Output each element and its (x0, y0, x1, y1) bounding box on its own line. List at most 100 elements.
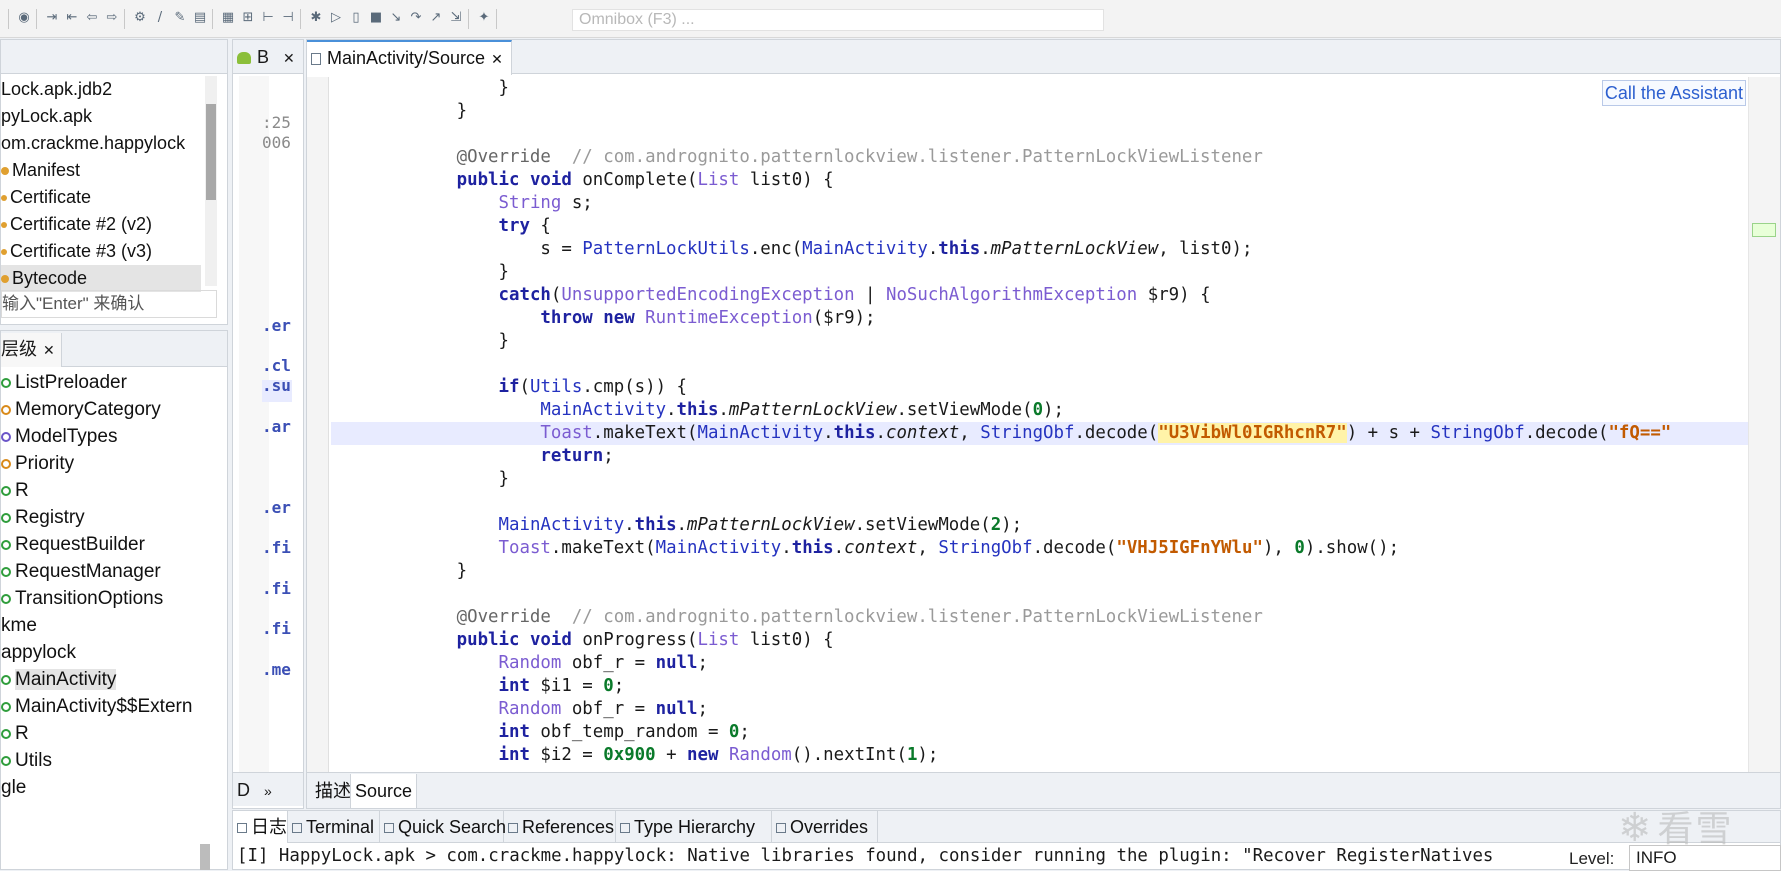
code-line[interactable]: catch(UnsupportedEncodingException | NoS… (331, 284, 1751, 307)
subtab-description[interactable]: 描述 (311, 774, 355, 808)
hierarchy-scrollbar[interactable] (200, 844, 210, 870)
stop-icon[interactable]: ■ (368, 10, 384, 26)
globe-icon[interactable]: ◉ (16, 10, 32, 26)
code-line[interactable]: } (331, 330, 1751, 353)
import-icon[interactable]: ⇥ (44, 10, 60, 26)
edit-icon[interactable]: ✎ (172, 10, 188, 26)
scrollbar-thumb[interactable] (206, 104, 216, 200)
code-line[interactable]: return; (331, 445, 1751, 468)
project-tree-item[interactable]: Certificate #2 (v2) (1, 211, 201, 238)
hierarchy-item[interactable]: Priority (1, 450, 197, 477)
code-line[interactable]: throw new RuntimeException($r9); (331, 307, 1751, 330)
code-line[interactable] (331, 491, 1751, 514)
step-into-icon[interactable]: ↘ (388, 10, 404, 26)
code-line[interactable]: public void onComplete(List list0) { (331, 169, 1751, 192)
step-out-icon[interactable]: ↗ (428, 10, 444, 26)
code-line[interactable]: MainActivity.this.mPatternLockView.setVi… (331, 399, 1751, 422)
tab-references[interactable]: References (504, 811, 616, 843)
document-icon[interactable]: ▤ (192, 10, 208, 26)
tab-description-collapsed[interactable]: D» (233, 772, 303, 806)
hierarchy-item[interactable]: Utils (1, 747, 197, 774)
project-tree-item[interactable]: Lock.apk.jdb2 (1, 76, 201, 103)
code-line[interactable]: public void onProgress(List list0) { (331, 629, 1751, 652)
code-line[interactable]: Random obf_r = null; (331, 698, 1751, 721)
code-line[interactable]: int $i1 = 0; (331, 675, 1751, 698)
code-line[interactable]: @Override // com.andrognito.patternlockv… (331, 146, 1751, 169)
hierarchy-item[interactable]: MainActivity (1, 666, 197, 693)
hierarchy-item[interactable]: ModelTypes (1, 423, 197, 450)
project-tree-item[interactable]: Manifest (1, 157, 201, 184)
hierarchy-item[interactable]: TransitionOptions (1, 585, 197, 612)
code-line[interactable]: Toast.makeText(MainActivity.this.context… (331, 422, 1751, 445)
project-scrollbar[interactable] (205, 76, 217, 286)
code-line[interactable]: int $i2 = 0x900 + new Random().nextInt(1… (331, 744, 1751, 767)
run-to-icon[interactable]: ⇲ (448, 10, 464, 26)
code-line[interactable]: try { (331, 215, 1751, 238)
tab-hierarchy[interactable]: 层级 ✕ (1, 333, 62, 367)
tab-overrides[interactable]: Overrides (772, 811, 878, 843)
refactor-icon[interactable]: ⚙ (132, 10, 148, 26)
code-line[interactable]: } (331, 560, 1751, 583)
project-tree-item[interactable]: pyLock.apk (1, 103, 201, 130)
code-line[interactable]: } (331, 468, 1751, 491)
tree-icon[interactable]: ⊢ (260, 10, 276, 26)
hierarchy-item[interactable]: appylock (1, 639, 197, 666)
omnibox-input[interactable]: Omnibox (F3) ... (572, 9, 1104, 31)
structure-icon[interactable]: ⊞ (240, 10, 256, 26)
hierarchy-item[interactable]: gle (1, 774, 197, 801)
split-icon[interactable]: ⊣ (280, 10, 296, 26)
close-icon[interactable]: ✕ (491, 51, 503, 67)
hierarchy-item[interactable]: kme (1, 612, 197, 639)
code-line[interactable]: } (331, 100, 1751, 123)
overview-marker[interactable] (1752, 223, 1776, 237)
hierarchy-item[interactable]: Registry (1, 504, 197, 531)
tab-type-hierarchy[interactable]: Type Hierarchy (616, 811, 772, 843)
tab-bytecode[interactable]: B ✕ (233, 40, 303, 74)
hierarchy-item[interactable]: MemoryCategory (1, 396, 197, 423)
plugin-icon[interactable]: ✦ (476, 10, 492, 26)
code-line[interactable] (331, 583, 1751, 606)
hierarchy-item[interactable]: R (1, 720, 197, 747)
close-icon[interactable]: ✕ (283, 50, 295, 66)
project-tree-item[interactable]: om.crackme.happylock (1, 130, 201, 157)
project-tree-item[interactable]: Bytecode (1, 265, 201, 292)
project-tree-item[interactable]: Certificate #3 (v3) (1, 238, 201, 265)
code-line[interactable]: Toast.makeText(MainActivity.this.context… (331, 537, 1751, 560)
hierarchy-item[interactable]: RequestBuilder (1, 531, 197, 558)
editor-overview-ruler[interactable] (1748, 77, 1780, 807)
code-line[interactable]: } (331, 261, 1751, 284)
code-line[interactable] (331, 123, 1751, 146)
more-tabs-icon[interactable]: » (264, 783, 272, 799)
code-view[interactable]: } } @Override // com.andrognito.patternl… (331, 77, 1751, 805)
code-line[interactable]: MainActivity.this.mPatternLockView.setVi… (331, 514, 1751, 537)
call-assistant-button[interactable]: Call the Assistant (1601, 80, 1746, 106)
code-line[interactable]: @Override // com.andrognito.patternlockv… (331, 606, 1751, 629)
comment-icon[interactable]: / (152, 10, 168, 26)
back-icon[interactable]: ⇦ (84, 10, 100, 26)
run-icon[interactable]: ▷ (328, 10, 344, 26)
hierarchy-item[interactable]: RequestManager (1, 558, 197, 585)
code-line[interactable] (331, 353, 1751, 376)
hierarchy-item[interactable]: MainActivity$$Extern (1, 693, 197, 720)
project-tree-item[interactable]: Certificate (1, 184, 201, 211)
pause-icon[interactable]: ▯ (348, 10, 364, 26)
tab-quick-search[interactable]: Quick Search (380, 811, 506, 843)
export-icon[interactable]: ⇤ (64, 10, 80, 26)
grid-icon[interactable]: ▦ (220, 10, 236, 26)
tab-terminal[interactable]: Terminal (288, 811, 380, 843)
debug-icon[interactable]: ✱ (308, 10, 324, 26)
tab-mainactivity-source[interactable]: MainActivity/Source ✕ (307, 40, 512, 75)
code-line[interactable]: int obf_temp_random = 0; (331, 721, 1751, 744)
close-icon[interactable]: ✕ (43, 342, 55, 358)
code-line[interactable]: } (331, 77, 1751, 100)
code-line[interactable]: s = PatternLockUtils.enc(MainActivity.th… (331, 238, 1751, 261)
code-line[interactable]: Random obf_r = null; (331, 652, 1751, 675)
subtab-source[interactable]: Source (350, 774, 418, 808)
forward-icon[interactable]: ⇨ (104, 10, 120, 26)
tab-log[interactable]: 日志 (233, 811, 288, 843)
step-over-icon[interactable]: ↷ (408, 10, 424, 26)
hierarchy-item[interactable]: R (1, 477, 197, 504)
project-filter-input[interactable]: 输入"Enter" 来确认 (1, 290, 217, 318)
code-line[interactable]: if(Utils.cmp(s)) { (331, 376, 1751, 399)
hierarchy-item[interactable]: ListPreloader (1, 369, 197, 396)
